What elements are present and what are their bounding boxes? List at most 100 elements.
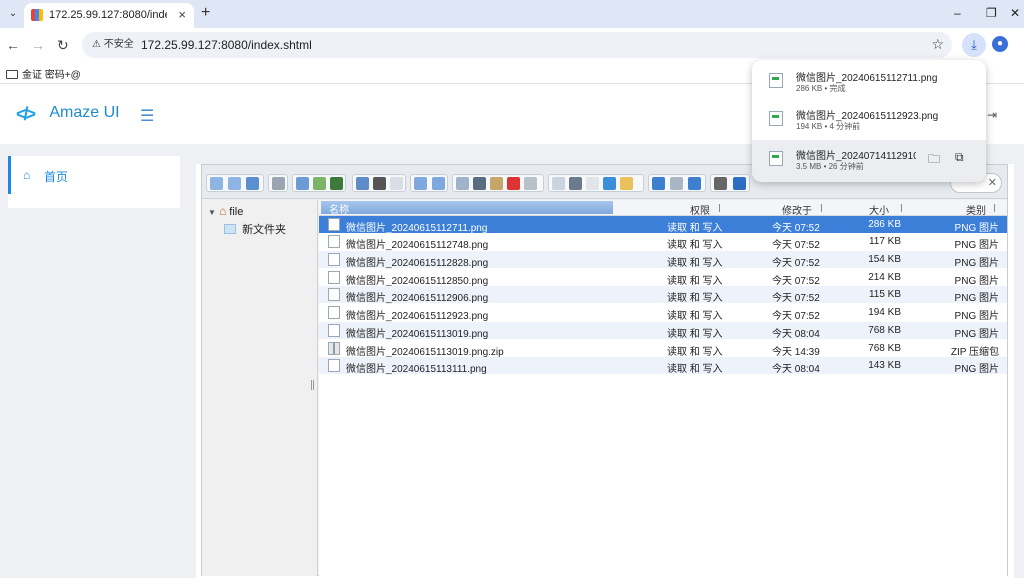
download-item[interactable]: 微信图片_20240615112711.png 286 KB • 完成: [752, 62, 986, 100]
file-list-header: 名称 权限 修改于 大小 类别: [319, 200, 1007, 217]
download-file-icon[interactable]: [373, 177, 386, 190]
download-item[interactable]: 微信图片_20240615112923.png 194 KB • 4 分钟前: [752, 100, 986, 138]
table-row[interactable]: 微信图片_20240615112923.png 读取 和 写入 今天 07:52…: [319, 304, 1007, 322]
profile-avatar-icon[interactable]: ●: [992, 36, 1008, 52]
column-divider[interactable]: [901, 204, 902, 212]
table-row[interactable]: 微信图片_20240615112906.png 读取 和 写入 今天 07:52…: [319, 286, 1007, 304]
column-header-modified[interactable]: 修改于: [782, 202, 812, 217]
back-arrow-icon[interactable]: ←: [6, 37, 20, 53]
empty-icon[interactable]: [524, 177, 537, 190]
file-size: 768 KB: [868, 325, 901, 336]
table-row[interactable]: 微信图片_20240615113019.png.zip 读取 和 写入 今天 1…: [319, 340, 1007, 358]
table-row[interactable]: 微信图片_20240615112711.png 读取 和 写入 今天 07:52…: [319, 216, 1007, 234]
expand-arrow-icon[interactable]: ▼: [208, 208, 216, 217]
image-file-icon: [328, 271, 340, 284]
file-permission: 读取 和 写入: [667, 311, 723, 322]
column-divider[interactable]: [994, 204, 995, 212]
info-icon[interactable]: [733, 177, 746, 190]
column-header-permission[interactable]: 权限: [690, 202, 710, 217]
rename-icon[interactable]: [569, 177, 582, 190]
select-icon[interactable]: [390, 177, 403, 190]
sort-icon[interactable]: [688, 177, 701, 190]
open-icon[interactable]: [296, 177, 309, 190]
list-view-icon[interactable]: [670, 177, 683, 190]
new-tab-button[interactable]: +: [201, 4, 210, 22]
extract-icon[interactable]: [620, 177, 633, 190]
preview-eye-icon[interactable]: [714, 177, 727, 190]
save-icon[interactable]: [330, 177, 343, 190]
column-header-type[interactable]: 类别: [966, 202, 986, 217]
close-window-button[interactable]: ✕: [1010, 6, 1020, 20]
tree-folder-label: 新文件夹: [242, 224, 287, 236]
download-item[interactable]: 微信图片_20240714112910. 3.5 MB • 26 分钟前 🗀 ⧉: [752, 140, 986, 182]
minimize-button[interactable]: –: [954, 6, 961, 20]
copy-icon[interactable]: [456, 177, 469, 190]
address-bar[interactable]: ⚠ 不安全 172.25.99.127:8080/index.shtml ☆: [82, 32, 952, 58]
column-header-size[interactable]: 大小: [869, 202, 889, 217]
file-type: PNG 图片: [954, 258, 999, 269]
clear-search-icon[interactable]: ✕: [988, 176, 997, 189]
home-icon: ⌂: [23, 168, 31, 182]
download-status: 3.5 MB • 26 分钟前: [796, 162, 864, 171]
sidebar-item-label: 首页: [44, 170, 69, 184]
browser-tab[interactable]: 172.25.99.127:8080/index.sht ×: [24, 3, 194, 28]
not-secure-chip[interactable]: ⚠ 不安全: [88, 36, 138, 54]
forward-icon[interactable]: [228, 177, 241, 190]
delete-icon[interactable]: [507, 177, 520, 190]
table-row[interactable]: 微信图片_20240615113019.png 读取 和 写入 今天 08:04…: [319, 322, 1007, 340]
reload-icon[interactable]: ↻: [57, 37, 69, 54]
tree-folder-item[interactable]: 新文件夹: [224, 221, 286, 237]
table-row[interactable]: 微信图片_20240615112828.png 读取 和 写入 今天 07:52…: [319, 251, 1007, 269]
image-file-icon: [328, 306, 340, 319]
image-file-icon: [328, 359, 340, 372]
bookmark-star-icon[interactable]: ☆: [931, 36, 944, 53]
image-file-icon: [328, 218, 340, 231]
column-header-name[interactable]: 名称: [321, 201, 613, 216]
new-file-icon[interactable]: [313, 177, 326, 190]
redo-icon[interactable]: [432, 177, 445, 190]
restore-button[interactable]: ❐: [986, 6, 997, 20]
table-row[interactable]: 微信图片_20240615112748.png 读取 和 写入 今天 07:52…: [319, 233, 1007, 251]
icons-view-icon[interactable]: [652, 177, 665, 190]
tree-resize-handle[interactable]: [311, 380, 314, 390]
file-modified: 今天 07:52: [772, 276, 820, 287]
download-file-name: 微信图片_20240714112910.: [796, 151, 916, 162]
tab-search-icon[interactable]: ⌄: [4, 5, 22, 23]
download-status: 194 KB • 4 分钟前: [796, 122, 861, 131]
app-logo[interactable]: </> Amaze UI: [16, 104, 120, 124]
edit-icon[interactable]: [586, 177, 599, 190]
column-divider[interactable]: [719, 204, 720, 212]
up-icon[interactable]: [246, 177, 259, 190]
duplicate-icon[interactable]: [552, 177, 565, 190]
file-modified: 今天 07:52: [772, 293, 820, 304]
show-in-folder-icon[interactable]: 🗀: [928, 150, 940, 171]
reload-folder-icon[interactable]: [272, 177, 285, 190]
url-text[interactable]: 172.25.99.127:8080/index.shtml: [141, 38, 312, 52]
table-row[interactable]: 微信图片_20240615113111.png 读取 和 写入 今天 08:04…: [319, 357, 1007, 375]
upload-icon[interactable]: [356, 177, 369, 190]
tree-root-folder[interactable]: ▼ ⌂ file: [208, 204, 243, 218]
bookmark-folder[interactable]: 金证 密码+@: [6, 66, 81, 81]
file-modified: 今天 07:52: [772, 240, 820, 251]
table-row[interactable]: 微信图片_20240615112850.png 读取 和 写入 今天 07:52…: [319, 269, 1007, 287]
folder-icon: [224, 224, 236, 234]
open-external-icon[interactable]: ⧉: [955, 150, 964, 165]
tools-tool-group: [548, 174, 644, 192]
tab-close-icon[interactable]: ×: [178, 7, 186, 22]
cut-icon[interactable]: [473, 177, 486, 190]
download-icon[interactable]: ⤓: [962, 33, 986, 57]
back-icon[interactable]: [210, 177, 223, 190]
forward-arrow-icon[interactable]: →: [31, 37, 45, 53]
menu-toggle-icon[interactable]: ☰: [140, 106, 154, 126]
download-status: 286 KB • 完成: [796, 84, 846, 93]
column-divider[interactable]: [821, 204, 822, 212]
paste-icon[interactable]: [490, 177, 503, 190]
file-name: 微信图片_20240615112923.png: [346, 311, 489, 322]
file-size: 117 KB: [868, 236, 901, 247]
file-permission: 读取 和 写入: [667, 293, 723, 304]
sidebar-item-home[interactable]: ⌂ 首页: [8, 156, 180, 194]
file-name: 微信图片_20240615113019.png: [346, 329, 489, 340]
undo-icon[interactable]: [414, 177, 427, 190]
resize-icon[interactable]: [603, 177, 616, 190]
logout-icon[interactable]: ⇥: [987, 108, 997, 122]
